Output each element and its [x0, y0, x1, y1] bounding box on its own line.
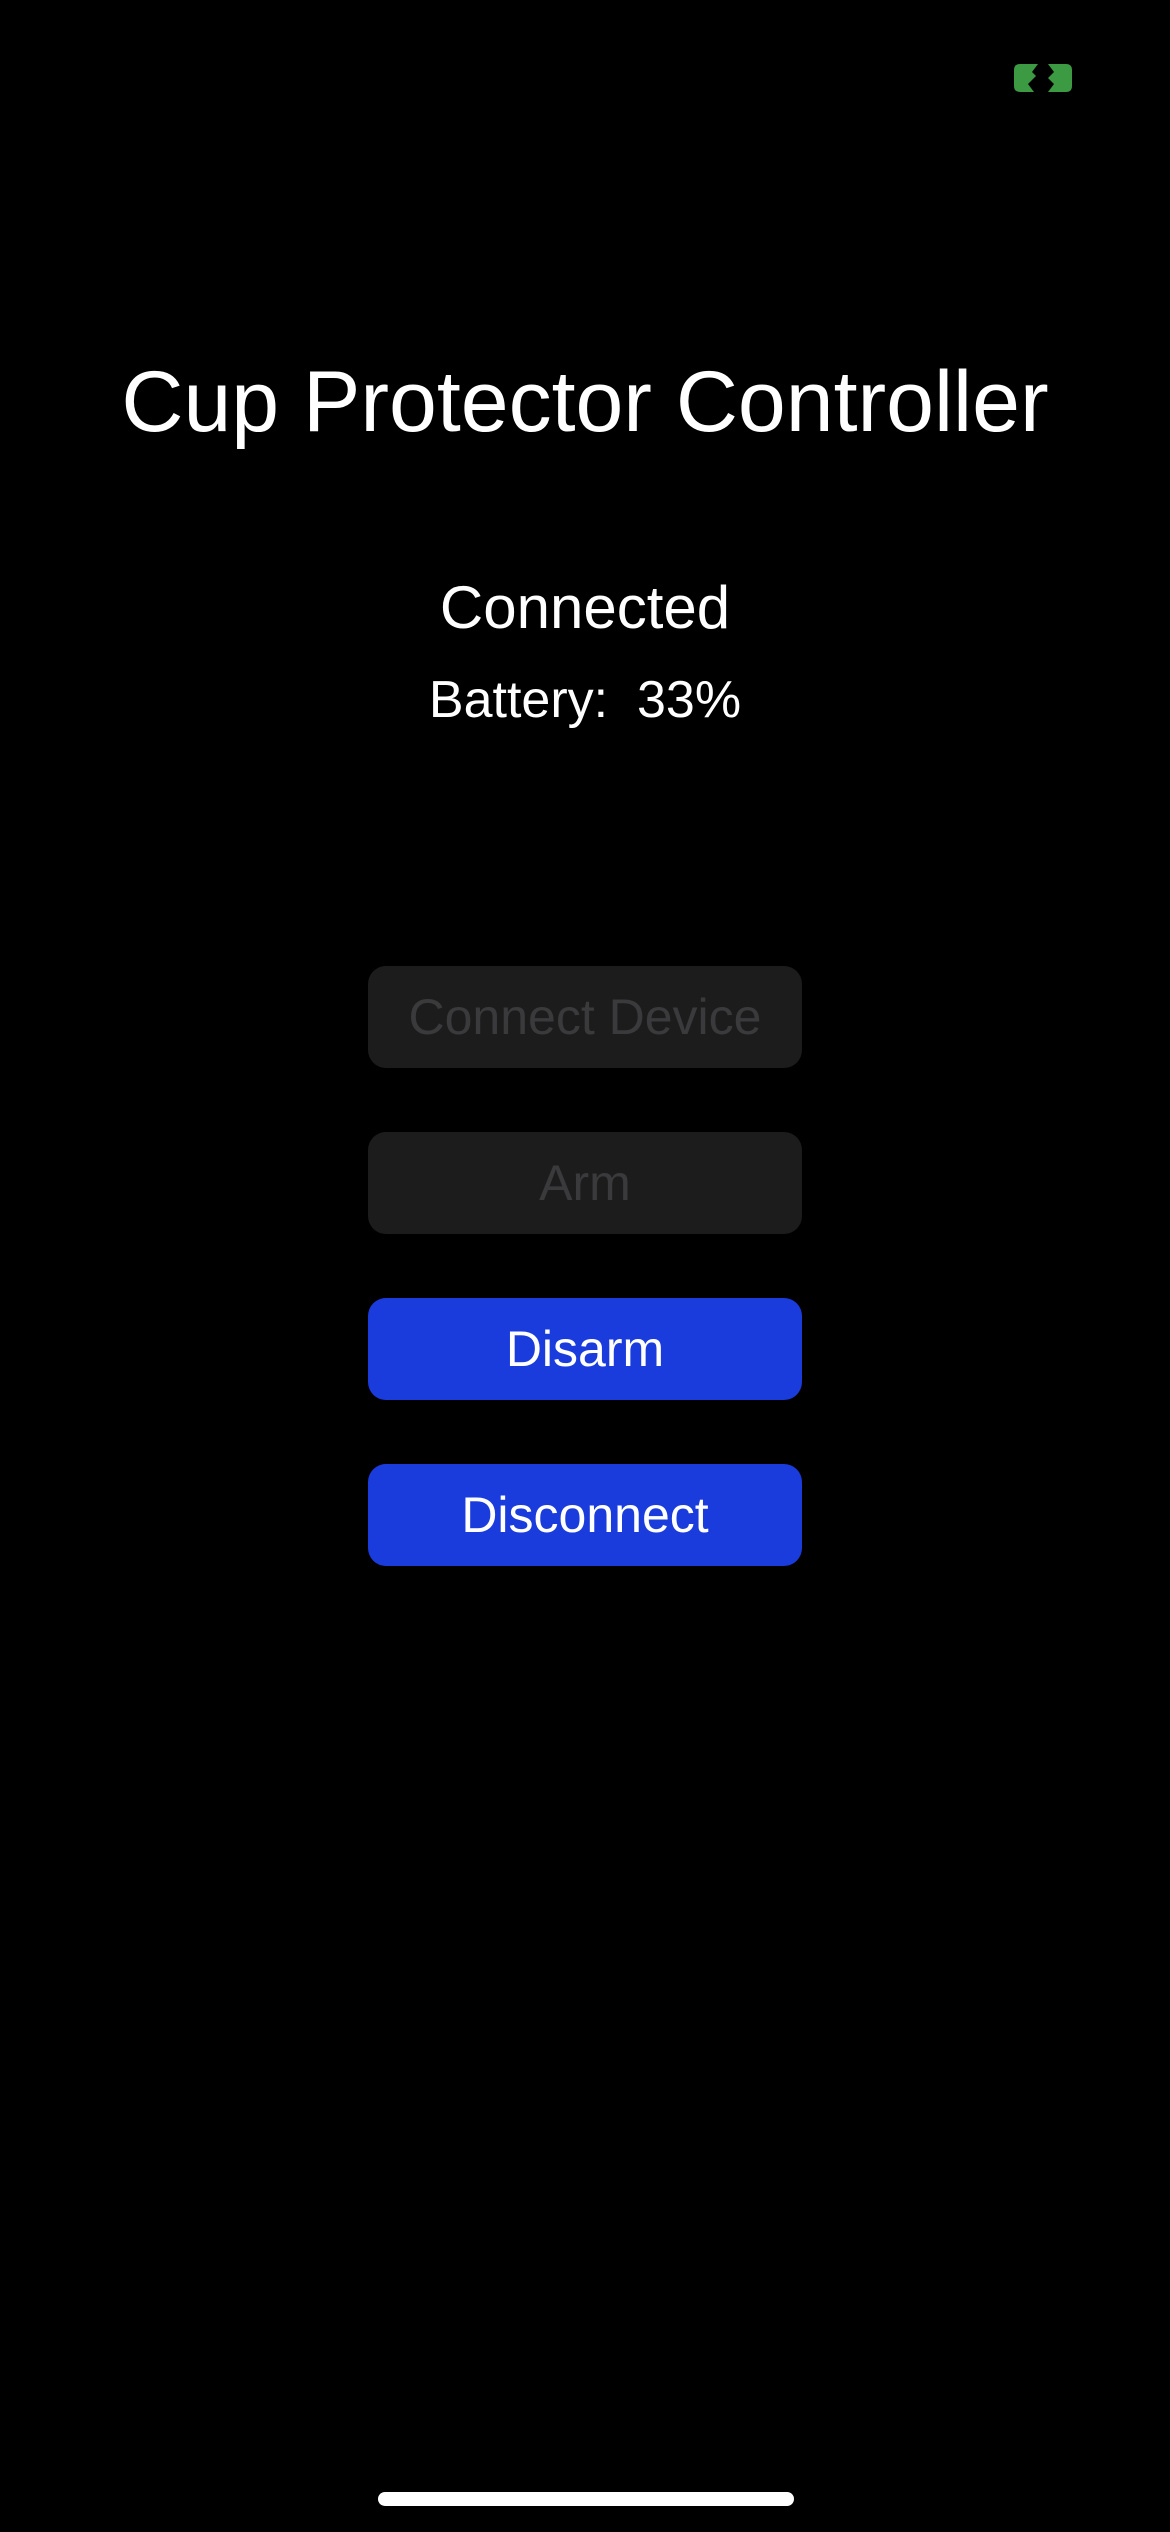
disarm-button[interactable]: Disarm [368, 1298, 802, 1400]
arm-button[interactable]: Arm [368, 1132, 802, 1234]
page-title: Cup Protector Controller [121, 354, 1049, 450]
link-status-icon [1014, 64, 1072, 92]
disconnect-button[interactable]: Disconnect [368, 1464, 802, 1566]
home-indicator[interactable] [378, 2492, 794, 2506]
battery-value: 33% [637, 671, 742, 729]
connection-status: Connected [439, 574, 731, 641]
battery-status: Battery: 33% [0, 668, 1170, 732]
connect-device-button[interactable]: Connect Device [368, 966, 802, 1068]
battery-label: Battery: [428, 671, 609, 729]
